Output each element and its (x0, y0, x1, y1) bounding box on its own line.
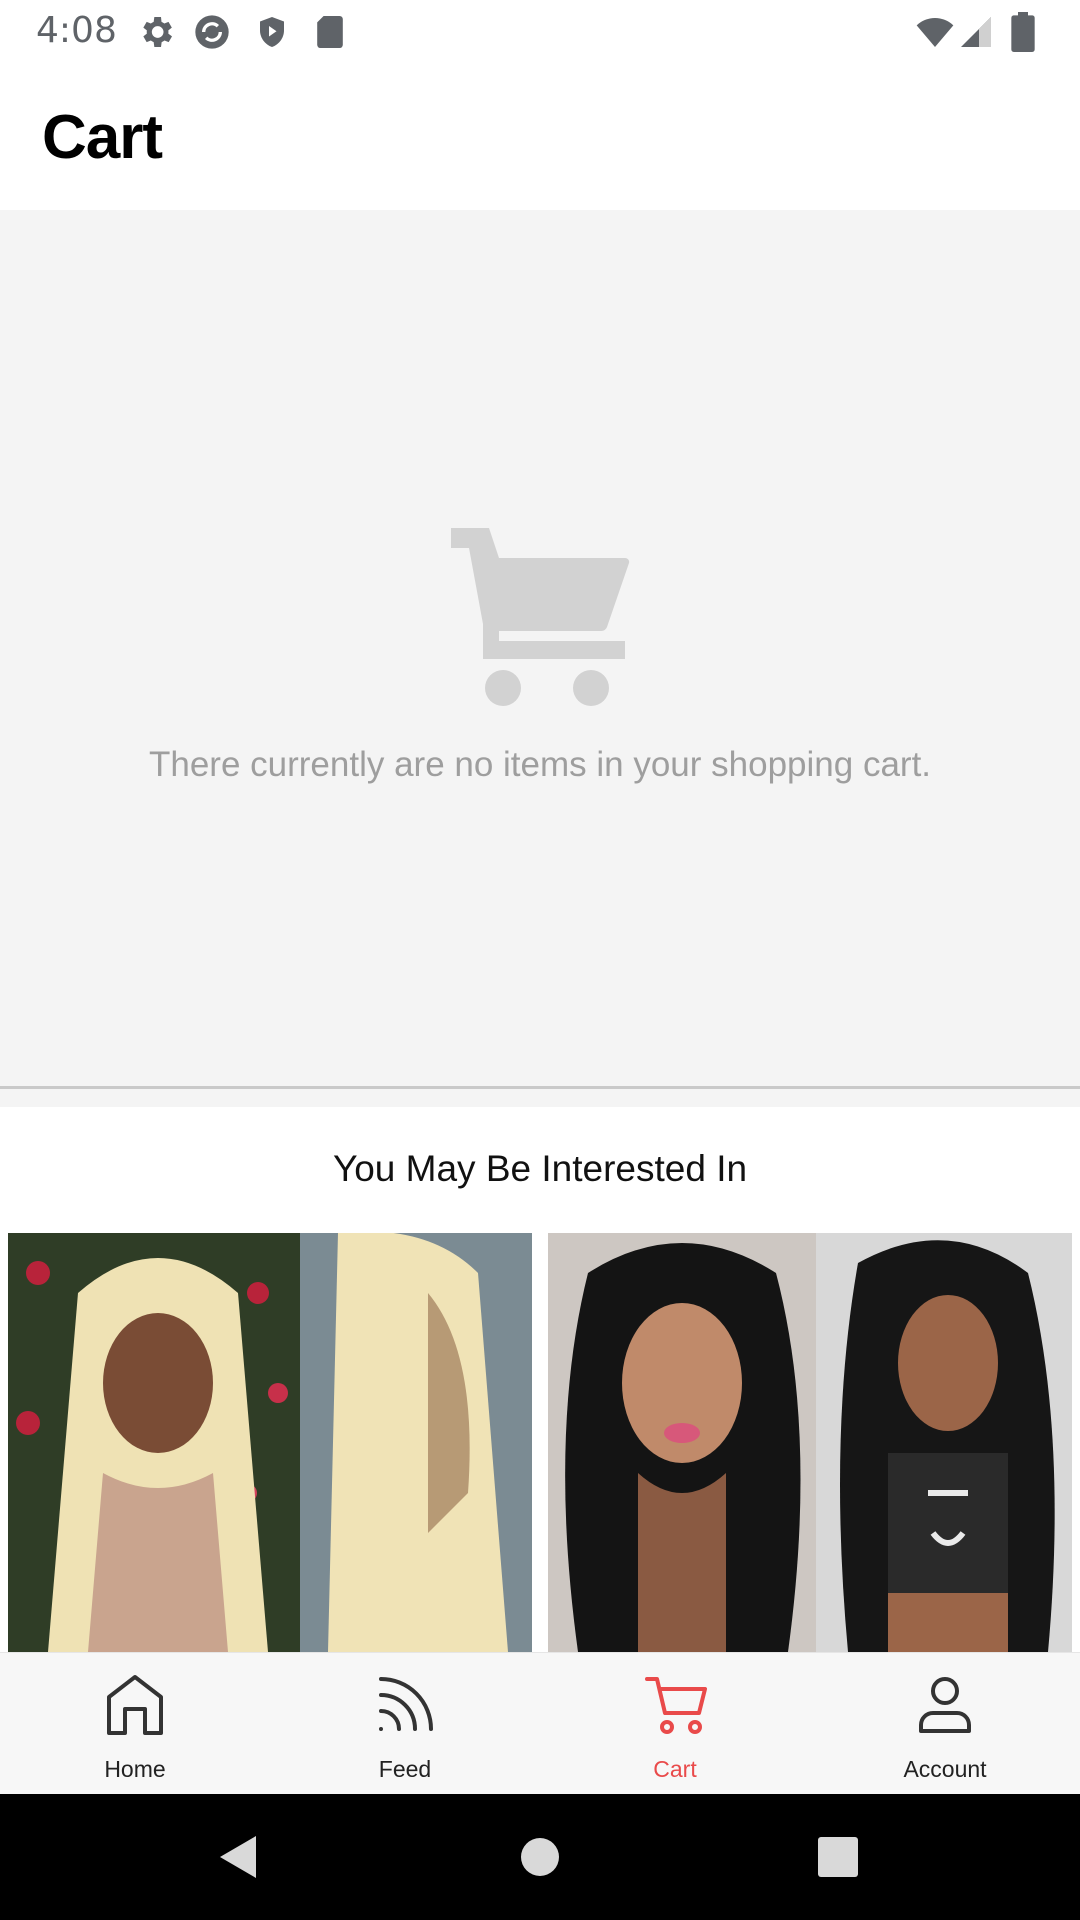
nav-label-account: Account (903, 1756, 987, 1782)
back-button[interactable] (216, 1834, 260, 1880)
nav-label-cart: Cart (653, 1756, 697, 1782)
battery-icon (1011, 12, 1035, 52)
blonde-straight-wig-product-image (8, 1233, 532, 1652)
page-title: Cart (42, 103, 163, 172)
nav-item-feed[interactable]: Feed (270, 1653, 540, 1795)
nav-item-account[interactable]: Account (810, 1653, 1080, 1795)
nav-item-home[interactable]: Home (0, 1653, 270, 1795)
home-icon (107, 1675, 163, 1735)
account-icon (919, 1677, 971, 1733)
sd-card-icon (317, 16, 343, 48)
recommendations-title: You May Be Interested In (332, 1148, 748, 1189)
signal-icon (961, 17, 991, 47)
shopping-cart-icon (451, 528, 630, 706)
status-bar: 4:08 (0, 0, 1080, 64)
nav-label-home: Home (104, 1756, 166, 1782)
nav-item-cart[interactable]: Cart (540, 1653, 810, 1795)
status-time: 4:08 (36, 10, 117, 51)
product-card[interactable] (8, 1233, 532, 1652)
shield-play-icon (260, 17, 284, 47)
system-nav-bar (0, 1794, 1080, 1920)
settings-icon (143, 17, 172, 47)
nav-label-feed: Feed (378, 1756, 432, 1782)
section-gap (0, 1089, 1080, 1107)
sync-icon (195, 15, 229, 49)
black-body-wave-wig-product-image (548, 1233, 1072, 1652)
status-icons-right (914, 12, 1044, 52)
bottom-nav: Home Feed Cart Account (0, 1652, 1080, 1794)
feed-icon (379, 1677, 433, 1731)
cart-icon (645, 1677, 707, 1734)
home-button[interactable] (520, 1834, 560, 1880)
wifi-icon (916, 18, 954, 47)
header: Cart (0, 64, 1080, 210)
empty-cart-area: There currently are no items in your sho… (0, 210, 1080, 1086)
recents-button[interactable] (818, 1834, 858, 1880)
product-card[interactable] (548, 1233, 1072, 1652)
empty-cart-message: There currently are no items in your sho… (148, 745, 932, 784)
